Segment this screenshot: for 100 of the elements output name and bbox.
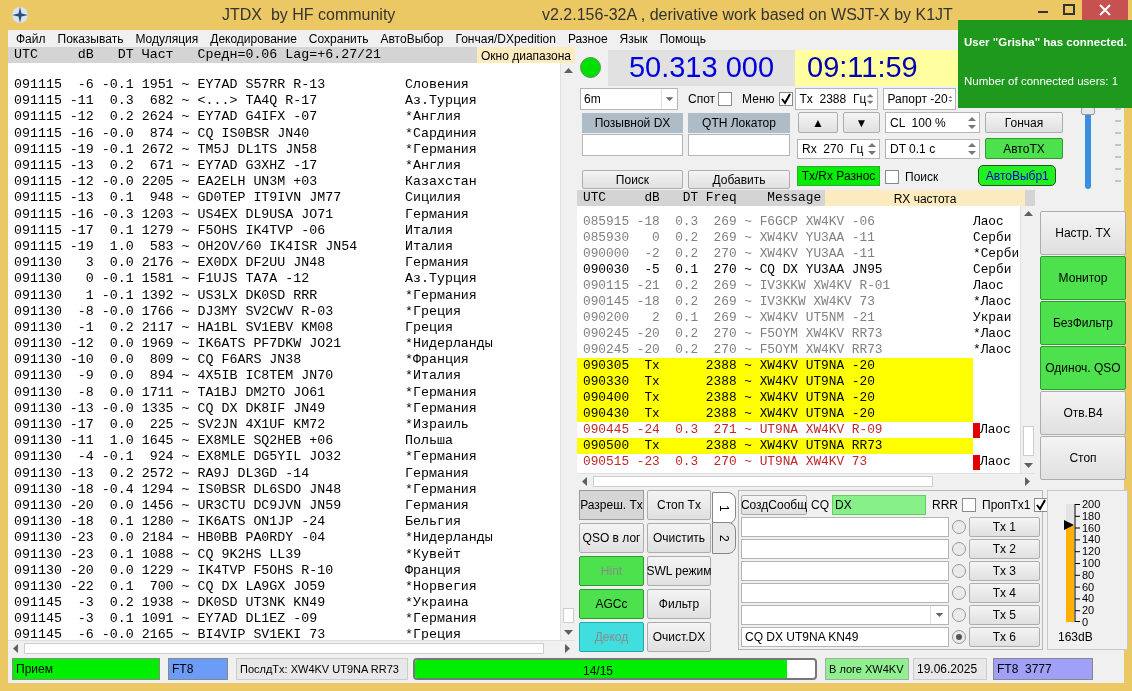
decode-line[interactable]: 091115 -16 -0.3 1203 ~ US4EX DL9USA JO71 bbox=[8, 206, 405, 223]
button[interactable]: Стоп Tx bbox=[647, 490, 711, 520]
button[interactable]: Tx/Rx Разнос bbox=[797, 166, 880, 186]
menu-item[interactable]: Файл bbox=[16, 29, 46, 48]
button[interactable]: Настр. TX bbox=[1040, 211, 1126, 255]
checkbox[interactable] bbox=[778, 92, 793, 106]
decode-line[interactable]: 091115 -6 -0.1 1951 ~ EY7AD S57RR R-13 bbox=[8, 77, 405, 94]
spin-arrows-icon[interactable] bbox=[967, 115, 977, 130]
radio-button[interactable] bbox=[951, 542, 966, 556]
decode-line[interactable]: 091130 -18 0.1 1280 ~ IK6ATS ON1JP -24 bbox=[8, 514, 405, 531]
button[interactable]: Tx 2 bbox=[968, 539, 1040, 559]
spin-box[interactable]: CL 100 % bbox=[885, 112, 980, 133]
spin-arrows-icon[interactable] bbox=[967, 142, 977, 156]
spin-arrows-icon[interactable] bbox=[866, 92, 875, 106]
decode-line[interactable]: 091115 -12 -0.0 2205 ~ EA2ELH UN3M +03 bbox=[8, 174, 405, 191]
scrollbar[interactable] bbox=[8, 640, 575, 655]
decode-line[interactable]: 090145 -18 0.2 269 ~ IV3KKW XW4KV 73 bbox=[577, 294, 973, 310]
decode-line[interactable]: 091115 -11 0.3 682 ~ <...> TA4Q R-17 bbox=[8, 93, 405, 110]
decode-line[interactable]: 091130 -22 0.1 700 ~ CQ DX LA9GX JO59 bbox=[8, 578, 405, 595]
checkbox[interactable] bbox=[718, 92, 733, 106]
input-field[interactable]: DX bbox=[832, 494, 926, 515]
spin-box[interactable]: Tx 2388 Гц bbox=[794, 88, 878, 110]
button[interactable]: Очист.DX bbox=[647, 622, 711, 652]
menu-item[interactable]: Сохранить bbox=[308, 29, 369, 48]
decode-line[interactable]: 091130 -4 -0.1 924 ~ EX8MLE DG5YIL JO32 bbox=[8, 449, 405, 466]
decode-line[interactable]: 085915 -18 0.3 269 ~ F6GCP XW4KV -06 bbox=[577, 214, 973, 230]
decode-line[interactable]: 091130 -12 0.0 1969 ~ IK6ATS PF7DKW JO21 bbox=[8, 336, 405, 353]
decode-line[interactable]: 091130 -18 -0.4 1294 ~ IS0BSR DL6SDO JN48 bbox=[8, 481, 405, 498]
button[interactable]: СоздСообщ bbox=[741, 494, 807, 515]
button[interactable]: Tx 4 bbox=[968, 583, 1040, 603]
tab[interactable]: 1 bbox=[712, 492, 736, 524]
decode-line[interactable]: 091130 -20 0.0 1456 ~ UR3CTU DC9JVN JN59 bbox=[8, 497, 405, 514]
decode-line[interactable]: 091145 -3 0.2 1938 ~ DK0SD UT3NK KN49 bbox=[8, 595, 405, 612]
menu-item[interactable]: АвтоВыбор bbox=[380, 29, 444, 48]
button[interactable]: Гончая bbox=[985, 112, 1063, 133]
button[interactable]: БезФильтр bbox=[1040, 301, 1126, 345]
button[interactable]: Разреш. Tx bbox=[579, 490, 644, 520]
decode-line[interactable]: 090115 -21 0.2 269 ~ IV3KKW XW4KV R-01 bbox=[577, 278, 973, 294]
button[interactable]: Tx 1 bbox=[968, 517, 1040, 537]
radio-button[interactable] bbox=[951, 630, 966, 644]
message-field[interactable] bbox=[741, 517, 949, 537]
decode-line[interactable]: 085930 0 0.2 269 ~ XW4KV YU3AA -11 bbox=[577, 230, 973, 246]
decode-line[interactable]: 091115 -13 0.1 948 ~ GD0TEP IT9IVN JM77 bbox=[8, 190, 405, 207]
decode-line[interactable]: 091145 -6 -0.0 2165 ~ BI4VIP SV1EKI 73 bbox=[8, 627, 405, 640]
menu-item[interactable]: Показывать bbox=[57, 29, 124, 48]
scroll-thumb[interactable] bbox=[593, 476, 933, 487]
decode-line[interactable]: 090200 2 0.1 269 ~ XW4KV UT5NM -21 bbox=[577, 310, 973, 326]
down-button[interactable]: ▼ bbox=[843, 112, 880, 133]
decode-line[interactable]: 091130 -13 -0.0 1335 ~ CQ DX DK8IF JN49 bbox=[8, 400, 405, 417]
decode-line[interactable]: 091115 -19 1.0 583 ~ OH2OV/60 IK4ISR JN54 bbox=[8, 238, 405, 255]
decode-line[interactable]: 091130 -1 0.2 2117 ~ HA1BL SV1EBV KM08 bbox=[8, 319, 405, 336]
button[interactable]: Добавить bbox=[688, 170, 790, 189]
checkbox[interactable] bbox=[962, 497, 976, 512]
menu-item[interactable]: Гончая/DXpedition bbox=[455, 29, 556, 48]
menu-item[interactable]: Помощь bbox=[659, 29, 706, 48]
button[interactable]: Tx 3 bbox=[968, 561, 1040, 581]
decode-line[interactable]: 090515 -23 0.3 270 ~ UT9NA XW4KV 73 bbox=[577, 454, 973, 470]
decode-line[interactable]: 091115 -16 -0.0 874 ~ CQ IS0BSR JN40 bbox=[8, 125, 405, 142]
decode-line[interactable]: 091130 -23 0.1 1088 ~ CQ 9K2HS LL39 bbox=[8, 546, 405, 563]
decode-line[interactable]: 091130 -20 0.0 1229 ~ IK4TVP F5OHS R-10 bbox=[8, 562, 405, 579]
decode-line[interactable]: 091130 0 -0.1 1581 ~ F1UJS TA7A -12 bbox=[8, 271, 405, 288]
radio-button[interactable] bbox=[951, 520, 966, 534]
input-field[interactable] bbox=[582, 134, 683, 156]
checkbox[interactable] bbox=[1034, 497, 1049, 512]
spin-arrows-icon[interactable] bbox=[867, 142, 877, 156]
decode-line[interactable]: 091130 -8 -0.0 1766 ~ DJ3MY SV2CWV R-03 bbox=[8, 303, 405, 320]
spin-box[interactable]: Rx 270 Гц bbox=[797, 139, 880, 159]
menu-item[interactable]: Декодирование bbox=[210, 29, 297, 48]
decode-line[interactable]: 090245 -20 0.2 270 ~ F5OYM XW4KV RR73 bbox=[577, 326, 973, 342]
radio-button[interactable] bbox=[951, 608, 966, 622]
decode-line[interactable]: 090445 -24 0.3 271 ~ UT9NA XW4KV R-09 bbox=[577, 422, 973, 438]
decode-line[interactable]: 091115 -19 -0.1 2672 ~ TM5J DL1TS JN58 bbox=[8, 141, 405, 158]
decode-line[interactable]: 091115 -12 0.2 2624 ~ EY7AD G4IFX -07 bbox=[8, 109, 405, 126]
decode-line[interactable]: 091130 3 0.0 2176 ~ EX0DX DF2UU JN48 bbox=[8, 255, 405, 272]
scrollbar[interactable] bbox=[1020, 206, 1035, 473]
decode-line[interactable]: 091130 -10 0.0 809 ~ CQ F6ARS JN38 bbox=[8, 352, 405, 369]
message-field[interactable]: CQ DX UT9NA KN49 bbox=[741, 627, 949, 647]
decode-line[interactable]: 090030 -5 0.1 270 ~ CQ DX YU3AA JN95 bbox=[577, 262, 973, 278]
decode-line[interactable]: 091115 -13 0.2 671 ~ EY7AD G3XHZ -17 bbox=[8, 158, 405, 175]
band-dropdown[interactable]: 6m bbox=[580, 88, 678, 110]
message-field[interactable] bbox=[741, 561, 949, 581]
decode-line[interactable]: 091130 -9 0.0 894 ~ 4X5IB IC8TEM JN70 bbox=[8, 368, 405, 385]
decode-line[interactable]: 091115 -17 0.1 1279 ~ F5OHS IK4TVP -06 bbox=[8, 222, 405, 239]
decode-line[interactable]: 091130 1 -0.1 1392 ~ US3LX DK0SD RRR bbox=[8, 287, 405, 304]
button[interactable]: Стоп bbox=[1040, 436, 1126, 480]
button[interactable]: Поиск bbox=[582, 170, 683, 189]
menu-item[interactable]: Модуляция bbox=[135, 29, 199, 48]
button[interactable]: Одиноч. QSO bbox=[1040, 346, 1126, 390]
scroll-thumb[interactable] bbox=[24, 643, 544, 654]
button[interactable]: АвтоВыбр1 bbox=[978, 165, 1057, 186]
decode-line[interactable]: 090245 -20 0.2 270 ~ F5OYM XW4KV RR73 bbox=[577, 342, 973, 358]
button[interactable]: Монитор bbox=[1040, 256, 1126, 300]
button[interactable]: Tx 6 bbox=[968, 627, 1040, 647]
decode-line[interactable]: 091130 -23 0.0 2184 ~ HB0BB PA0RDY -04 bbox=[8, 530, 405, 547]
button[interactable]: QSO в лог bbox=[579, 523, 644, 553]
button[interactable]: SWL режим bbox=[647, 556, 711, 586]
menu-item[interactable]: Язык bbox=[619, 29, 648, 48]
message-field[interactable] bbox=[741, 583, 949, 603]
decode-line[interactable]: 090000 -2 0.2 270 ~ XW4KV YU3AA -11 bbox=[577, 246, 973, 262]
message-field[interactable] bbox=[741, 539, 949, 559]
